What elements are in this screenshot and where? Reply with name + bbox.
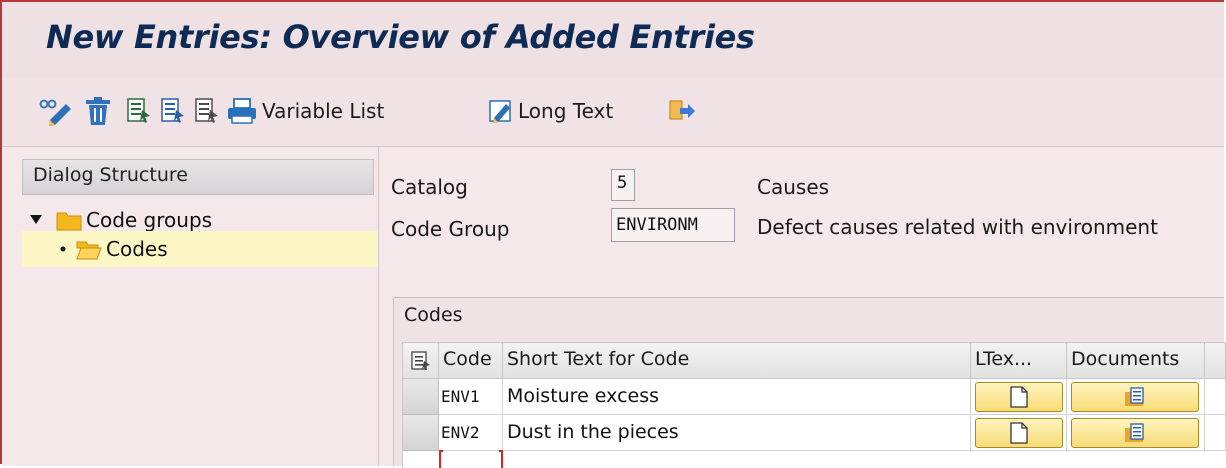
cell-documents	[1067, 415, 1205, 451]
deselect-all-icon[interactable]	[194, 94, 220, 128]
documents-icon	[1125, 423, 1144, 442]
variable-list-button[interactable]: Variable List	[226, 94, 384, 128]
cell-short-text[interactable]: Dust in the pieces	[503, 415, 971, 451]
cell-documents	[1067, 379, 1205, 415]
open-folder-icon	[76, 238, 102, 260]
codes-table-title: Codes	[404, 304, 463, 326]
cell-short-text[interactable]: Moisture excess	[503, 379, 971, 415]
application-toolbar: Variable List Long Text	[2, 78, 1224, 147]
cell-code[interactable]: ENV1	[439, 379, 503, 415]
column-settings-icon[interactable]	[403, 343, 439, 379]
catalog-field[interactable]: 5	[611, 169, 635, 201]
tree-item-label: Codes	[106, 237, 168, 261]
main-area: Catalog 5 Causes Code Group ENVIRONM Def…	[379, 147, 1226, 468]
long-text-cell-button[interactable]	[975, 382, 1063, 412]
code-group-label: Code Group	[391, 217, 510, 241]
folder-icon	[56, 209, 82, 231]
catalog-label: Catalog	[391, 175, 468, 199]
cell-next	[1205, 415, 1226, 451]
title-bar: New Entries: Overview of Added Entries	[2, 2, 1224, 79]
long-text-cell-button[interactable]	[975, 418, 1063, 448]
cell-next	[1205, 379, 1226, 415]
expand-arrow-icon[interactable]	[22, 215, 50, 225]
dialog-structure-header: Dialog Structure	[22, 159, 374, 195]
sap-window: New Entries: Overview of Added Entries V…	[0, 0, 1226, 468]
documents-cell-button[interactable]	[1071, 418, 1199, 448]
edit-marker	[499, 450, 503, 468]
dialog-structure-panel: Dialog Structure Code groups Codes	[2, 147, 379, 466]
window-title: New Entries: Overview of Added Entries	[46, 18, 755, 56]
cell-ltext	[971, 415, 1067, 451]
document-icon	[1010, 386, 1028, 408]
codes-table: Code Short Text for Code LTex... Documen…	[402, 342, 1226, 468]
edit-marker	[439, 450, 443, 468]
column-header-short-text[interactable]: Short Text for Code	[503, 343, 971, 379]
delete-icon[interactable]	[84, 94, 112, 128]
print-icon	[228, 98, 256, 124]
cell-code[interactable]: ENV2	[439, 415, 503, 451]
exit-icon[interactable]	[668, 94, 696, 128]
column-header-documents[interactable]: Documents	[1067, 343, 1205, 379]
column-header-code[interactable]: Code	[439, 343, 503, 379]
cell-ltext	[971, 379, 1067, 415]
select-block-icon[interactable]	[160, 94, 186, 128]
code-group-description: Defect causes related with environment	[757, 215, 1158, 239]
row-selector[interactable]	[403, 415, 439, 451]
documents-icon	[1125, 387, 1144, 406]
catalog-description: Causes	[757, 175, 830, 199]
long-text-label: Long Text	[518, 99, 614, 123]
tree-item-label: Code groups	[86, 208, 213, 232]
document-icon	[1010, 422, 1028, 444]
tree-item-codes[interactable]: Codes	[22, 231, 378, 267]
variable-list-label: Variable List	[262, 99, 385, 123]
code-group-field[interactable]: ENVIRONM	[611, 208, 735, 242]
bullet-icon	[22, 246, 76, 252]
codes-table-container: Codes Code Short Text for Code LTex... D…	[393, 297, 1226, 468]
column-header-next	[1205, 343, 1226, 379]
long-text-button[interactable]: Long Text	[488, 94, 613, 128]
row-selector[interactable]	[403, 379, 439, 415]
documents-cell-button[interactable]	[1071, 382, 1199, 412]
display-change-icon[interactable]	[38, 94, 74, 128]
select-all-icon[interactable]	[126, 94, 152, 128]
column-header-ltext[interactable]: LTex...	[971, 343, 1067, 379]
long-text-icon	[489, 100, 511, 123]
